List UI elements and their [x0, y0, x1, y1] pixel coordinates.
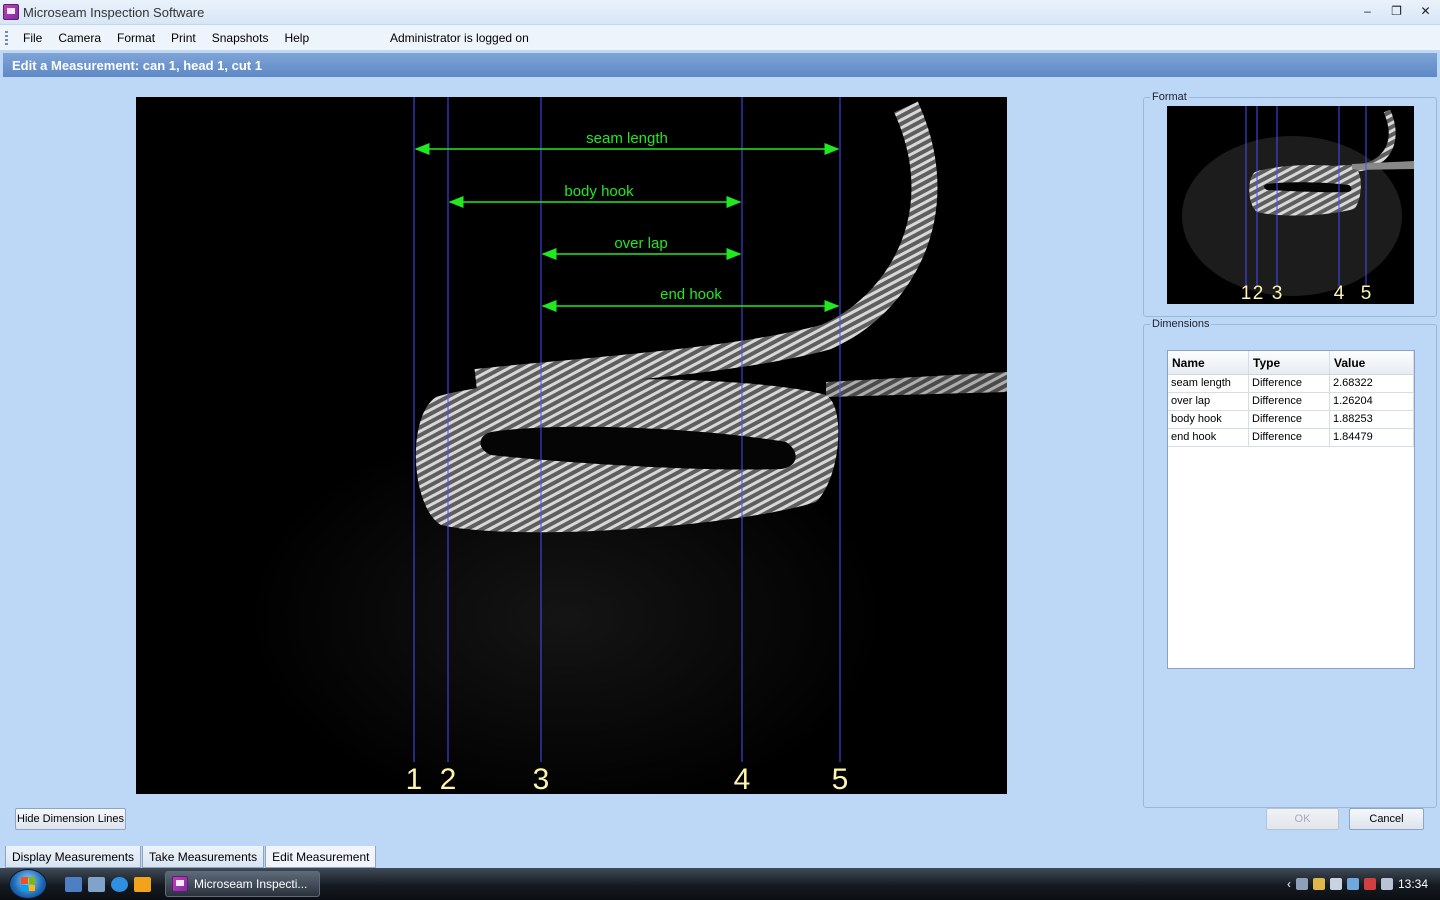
volume-icon[interactable]	[1380, 878, 1393, 890]
connection-icon[interactable]	[1363, 878, 1376, 890]
cell-type: Difference	[1249, 411, 1330, 428]
cell-type: Difference	[1249, 375, 1330, 392]
thumb-number-5: 5	[1361, 283, 1372, 304]
hide-dimension-lines-button[interactable]: Hide Dimension Lines	[15, 808, 126, 830]
login-status: Administrator is logged on	[390, 30, 529, 45]
menu-snapshots[interactable]: Snapshots	[204, 31, 277, 45]
taskbar-app-button[interactable]: Microseam Inspecti...	[165, 871, 320, 897]
label-over-lap: over lap	[614, 235, 667, 252]
seam-cross-section-image[interactable]: seam length body hook over lap end hook …	[136, 97, 1007, 794]
line-number-3: 3	[533, 763, 550, 794]
dimensions-table: Name Type Value seam length Difference 2…	[1167, 350, 1415, 669]
cell-name: seam length	[1168, 375, 1249, 392]
line-number-1: 1	[406, 763, 423, 794]
measurement-overlay: seam length body hook over lap end hook …	[136, 97, 1007, 794]
view-tabs: Display Measurements Take Measurements E…	[0, 844, 1440, 868]
thumbnail-overlay: 1 2 3 4 5	[1167, 106, 1414, 304]
cell-value: 1.84479	[1330, 429, 1414, 446]
table-row[interactable]: over lap Difference 1.26204	[1168, 393, 1414, 411]
menu-camera[interactable]: Camera	[50, 31, 109, 45]
format-group-label: Format	[1150, 91, 1189, 103]
label-seam-length: seam length	[586, 130, 668, 147]
cell-name: over lap	[1168, 393, 1249, 410]
label-end-hook: end hook	[660, 286, 722, 303]
window-title: Microseam Inspection Software	[23, 4, 205, 20]
menu-format[interactable]: Format	[109, 31, 163, 45]
cell-type: Difference	[1249, 393, 1330, 410]
menu-print[interactable]: Print	[163, 31, 204, 45]
cell-name: end hook	[1168, 429, 1249, 446]
title-bar: Microseam Inspection Software – ❐ ✕	[0, 0, 1440, 24]
menu-bar: File Camera Format Print Snapshots Help …	[0, 25, 1440, 51]
app-icon	[3, 4, 19, 20]
start-button[interactable]	[9, 869, 47, 899]
dimensions-group-label: Dimensions	[1150, 318, 1212, 330]
app-icon	[172, 876, 188, 892]
column-header-type[interactable]: Type	[1249, 351, 1330, 374]
tab-display-measurements[interactable]: Display Measurements	[5, 846, 142, 868]
column-header-value[interactable]: Value	[1330, 351, 1414, 374]
system-tray: ‹ 13:34	[1287, 868, 1440, 900]
label-body-hook: body hook	[564, 183, 634, 200]
line-number-5: 5	[832, 763, 849, 794]
switch-windows-icon[interactable]	[88, 876, 105, 892]
network-icon[interactable]	[1295, 878, 1308, 890]
thumb-number-2: 2	[1253, 283, 1264, 304]
clock[interactable]: 13:34	[1398, 877, 1428, 891]
cancel-button[interactable]: Cancel	[1349, 808, 1424, 830]
show-desktop-icon[interactable]	[65, 876, 82, 892]
cell-type: Difference	[1249, 429, 1330, 446]
close-button[interactable]: ✕	[1411, 0, 1440, 22]
windows-logo-icon	[21, 877, 35, 891]
cell-value: 1.88253	[1330, 411, 1414, 428]
page-title: Edit a Measurement: can 1, head 1, cut 1	[3, 53, 1437, 77]
cell-value: 2.68322	[1330, 375, 1414, 392]
thumb-number-3: 3	[1272, 283, 1283, 304]
window-controls: – ❐ ✕	[1353, 0, 1440, 24]
menu-grip	[5, 30, 8, 45]
format-thumbnail[interactable]: 1 2 3 4 5	[1167, 106, 1414, 304]
taskbar-app-label: Microseam Inspecti...	[194, 877, 308, 891]
maximize-button[interactable]: ❐	[1382, 0, 1411, 22]
ok-button[interactable]: OK	[1266, 808, 1339, 830]
tab-take-measurements[interactable]: Take Measurements	[142, 846, 265, 868]
security-icon[interactable]	[1312, 878, 1325, 890]
chevron-left-icon[interactable]: ‹	[1287, 877, 1291, 891]
table-header: Name Type Value	[1168, 351, 1414, 375]
format-group: Format 1 2 3 4 5	[1143, 91, 1437, 317]
minimize-button[interactable]: –	[1353, 0, 1382, 22]
cell-name: body hook	[1168, 411, 1249, 428]
quick-launch	[65, 876, 151, 892]
table-row[interactable]: seam length Difference 2.68322	[1168, 375, 1414, 393]
media-player-icon[interactable]	[134, 876, 151, 892]
thumb-number-4: 4	[1334, 283, 1345, 304]
menu-file[interactable]: File	[15, 31, 50, 45]
column-header-name[interactable]: Name	[1168, 351, 1249, 374]
cell-value: 1.26204	[1330, 393, 1414, 410]
thumb-number-1: 1	[1241, 283, 1252, 304]
power-icon[interactable]	[1346, 878, 1359, 890]
table-row[interactable]: end hook Difference 1.84479	[1168, 429, 1414, 447]
taskbar: Microseam Inspecti... ‹ 13:34	[0, 868, 1440, 900]
tab-edit-measurement[interactable]: Edit Measurement	[265, 846, 377, 868]
dimensions-group: Dimensions Name Type Value seam length D…	[1143, 318, 1437, 808]
line-number-2: 2	[440, 763, 457, 794]
lock-icon[interactable]	[1329, 878, 1342, 890]
table-row[interactable]: body hook Difference 1.88253	[1168, 411, 1414, 429]
line-number-4: 4	[734, 763, 751, 794]
menu-help[interactable]: Help	[276, 31, 317, 45]
internet-explorer-icon[interactable]	[111, 876, 128, 892]
